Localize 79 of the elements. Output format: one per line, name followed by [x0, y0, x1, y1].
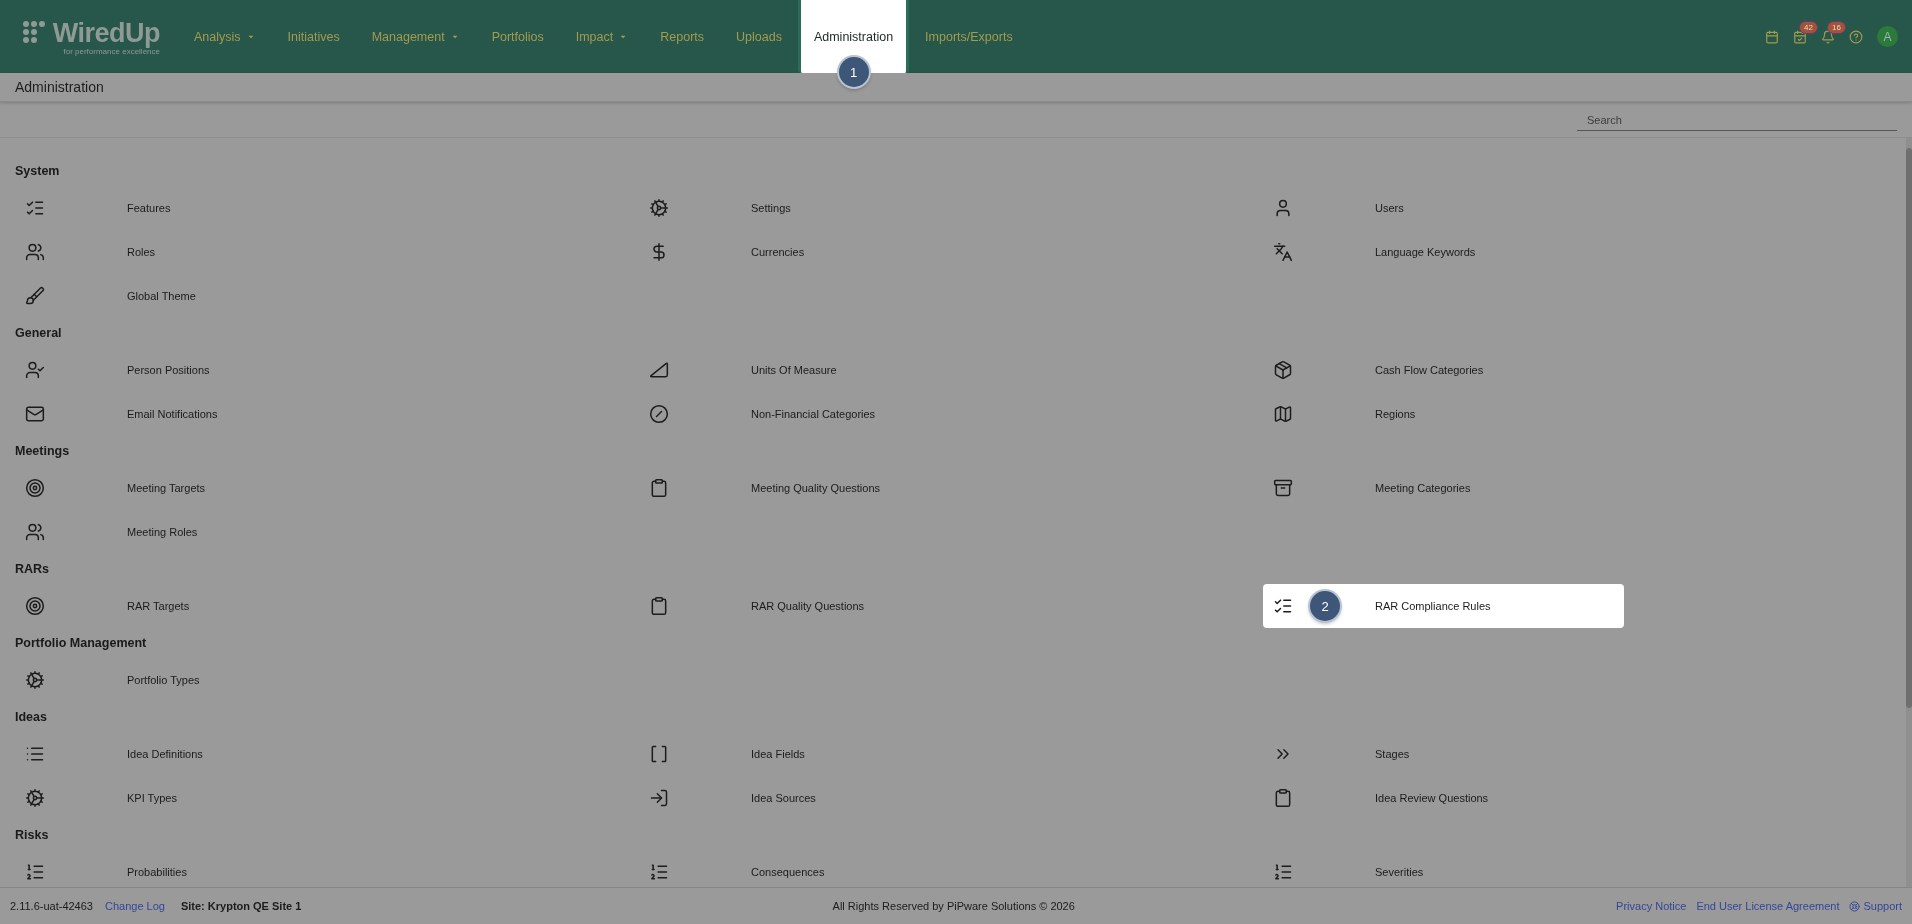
footer-link[interactable]: Privacy Notice	[1616, 900, 1687, 912]
change-log-link[interactable]: Change Log	[105, 900, 165, 912]
calendar-icon[interactable]	[1765, 29, 1779, 44]
clipboard-icon	[649, 478, 669, 498]
numbered-list-icon	[25, 862, 45, 882]
admin-item-link[interactable]: Stages	[1375, 748, 1410, 760]
count-badge: 16	[1827, 20, 1846, 34]
admin-item-link[interactable]: Consequences	[751, 866, 825, 878]
version-text: 2.11.6-uat-42463	[10, 900, 93, 912]
admin-item-link[interactable]: Global Theme	[127, 290, 196, 302]
footer-link[interactable]: End User License Agreement	[1696, 900, 1840, 912]
admin-item-link[interactable]: Person Positions	[127, 364, 210, 376]
checklist-icon	[25, 198, 45, 218]
people-icon	[25, 242, 45, 262]
admin-item-link[interactable]: RAR Targets	[127, 600, 190, 612]
section-heading: RARs	[15, 561, 51, 578]
task-check-icon[interactable]	[1793, 29, 1807, 44]
admin-item-link[interactable]: Meeting Targets	[127, 482, 206, 494]
admin-item-link[interactable]: Portfolio Types	[127, 674, 200, 686]
section-heading: Meetings	[15, 443, 71, 460]
admin-item-link[interactable]: Meeting Quality Questions	[751, 482, 880, 494]
clipboard-icon	[1273, 788, 1293, 808]
support-link[interactable]: Support	[1849, 900, 1902, 912]
admin-item-link[interactable]: Severities	[1375, 866, 1424, 878]
section-heading: Ideas	[15, 709, 48, 726]
step-marker: 1	[838, 57, 869, 87]
map-icon	[1273, 404, 1293, 424]
admin-item-link[interactable]: Units Of Measure	[751, 364, 837, 376]
admin-item-link[interactable]: Idea Sources	[751, 792, 816, 804]
admin-item-link[interactable]: Regions	[1375, 408, 1416, 420]
admin-item-link[interactable]: Non-Financial Categories	[751, 408, 876, 420]
section-heading: General	[15, 325, 63, 342]
list-icon	[25, 744, 45, 764]
section-heading: Portfolio Management	[15, 635, 148, 652]
admin-item-link[interactable]: Users	[1375, 202, 1404, 214]
search-field[interactable]: Search	[1577, 110, 1897, 131]
admin-item-link[interactable]: Currencies	[751, 246, 805, 258]
clipboard-icon	[649, 596, 669, 616]
admin-item-link[interactable]: RAR Quality Questions	[751, 600, 865, 612]
admin-item-link[interactable]: Email Notifications	[127, 408, 218, 420]
numbered-list-icon	[1273, 862, 1293, 882]
admin-item-link[interactable]: Meeting Roles	[127, 526, 198, 538]
admin-item-link[interactable]: Language Keywords	[1375, 246, 1476, 258]
scrollbar[interactable]	[1906, 138, 1912, 887]
admin-item-link[interactable]: Idea Review Questions	[1375, 792, 1489, 804]
count-badge: 42	[1799, 20, 1818, 34]
admin-item-link[interactable]: Idea Fields	[751, 748, 805, 760]
target-icon	[25, 596, 45, 616]
admin-item-link[interactable]: Settings	[751, 202, 791, 214]
section-heading: Risks	[15, 827, 50, 844]
site-name: Site: Krypton QE Site 1	[180, 900, 302, 912]
step-marker: 2	[1310, 591, 1340, 621]
admin-item-link[interactable]: Cash Flow Categories	[1375, 364, 1484, 376]
admin-item-link[interactable]: Meeting Categories	[1375, 482, 1471, 494]
brush-icon	[25, 286, 45, 306]
slashed-circle-icon	[649, 404, 669, 424]
checklist-icon	[1273, 596, 1293, 616]
group-icon	[25, 522, 45, 542]
target-icon	[25, 478, 45, 498]
admin-item-link[interactable]: KPI Types	[127, 792, 177, 804]
section-heading: System	[15, 163, 61, 180]
logo-dots-icon	[22, 21, 47, 45]
bell-icon[interactable]	[1821, 29, 1835, 44]
envelope-icon	[25, 404, 45, 424]
admin-item-link[interactable]: Probabilities	[127, 866, 187, 878]
page-title: Administration	[15, 79, 104, 95]
help-icon[interactable]	[1849, 29, 1863, 44]
admin-item-link[interactable]: Idea Definitions	[127, 748, 203, 760]
box-icon	[1273, 478, 1293, 498]
copyright-text: All Rights Reserved by PiPware Solutions © 2026	[831, 900, 1076, 912]
brackets-icon	[649, 744, 669, 764]
translate-icon	[1273, 242, 1293, 262]
admin-item-link[interactable]: Features	[127, 202, 171, 214]
numbered-list-icon	[649, 862, 669, 882]
person-icon	[1273, 198, 1293, 218]
logo-text: WiredUp	[52, 17, 160, 49]
admin-item-link[interactable]: RAR Compliance Rules	[1375, 600, 1491, 612]
enter-arrow-icon	[649, 788, 669, 808]
admin-item-link[interactable]: Roles	[127, 246, 156, 258]
